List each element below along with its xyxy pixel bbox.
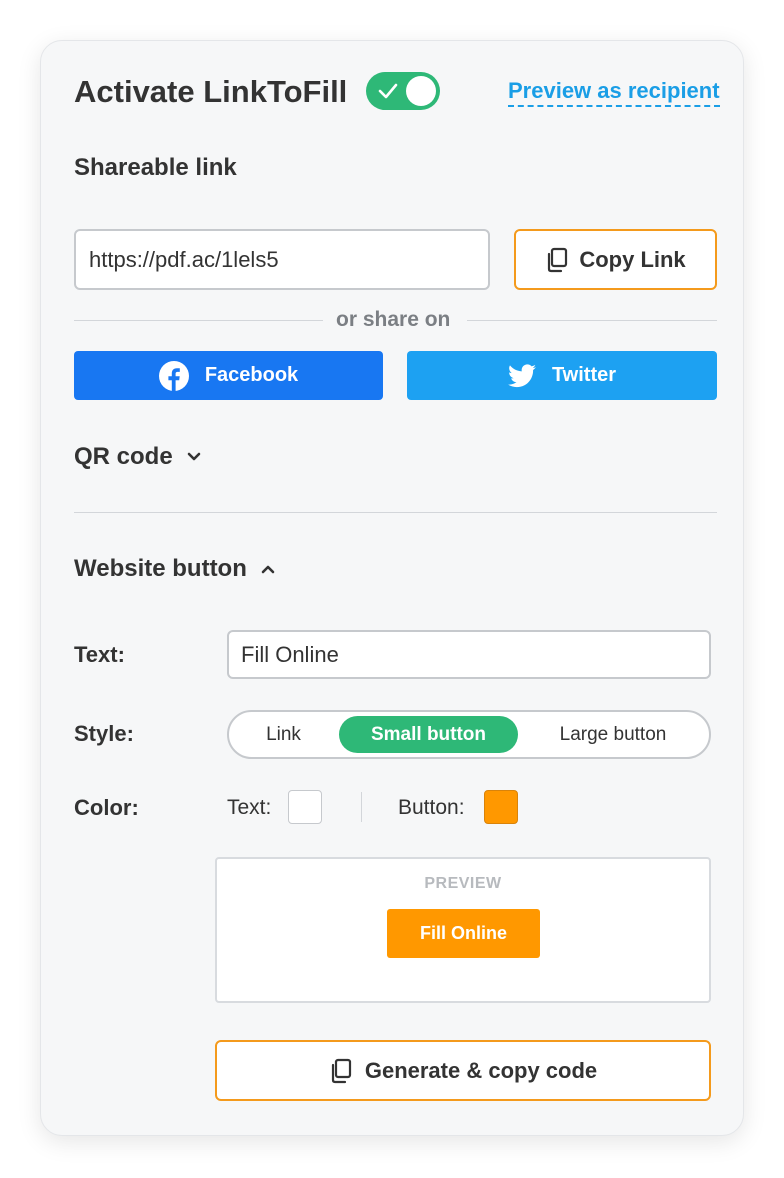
- text-color-label: Text:: [227, 796, 272, 819]
- qr-code-label: QR code: [74, 443, 173, 470]
- activate-toggle[interactable]: [366, 72, 440, 110]
- or-share-on-text: or share on: [336, 308, 451, 331]
- website-button-toggle[interactable]: Website button: [74, 554, 275, 584]
- copy-link-label: Copy Link: [579, 246, 686, 272]
- text-field-label: Text:: [74, 642, 125, 667]
- linktofill-panel: Activate LinkToFill Preview as recipient…: [40, 40, 744, 1136]
- website-button-label: Website button: [74, 555, 247, 582]
- chevron-up-icon: [261, 565, 275, 574]
- style-label: Style:: [74, 721, 134, 746]
- twitter-share-button[interactable]: Twitter: [407, 351, 717, 400]
- button-preview-box: PREVIEW Fill Online: [215, 857, 711, 1003]
- facebook-share-button[interactable]: Facebook: [74, 351, 383, 400]
- style-option-link[interactable]: Link: [235, 716, 332, 753]
- chevron-down-icon: [187, 452, 200, 461]
- facebook-label: Facebook: [204, 364, 299, 386]
- check-icon: [378, 83, 398, 99]
- section-divider: [74, 512, 717, 513]
- color-label: Color:: [74, 795, 139, 820]
- toggle-knob: [406, 76, 436, 106]
- style-option-small-button[interactable]: Small button: [339, 716, 518, 753]
- preview-as-recipient-link[interactable]: Preview as recipient: [508, 77, 720, 107]
- panel-title: Activate LinkToFill: [74, 74, 348, 109]
- button-color-swatch[interactable]: [484, 790, 518, 824]
- copy-icon: [331, 1058, 351, 1083]
- shareable-url-input[interactable]: [74, 229, 490, 290]
- shareable-link-heading: Shareable link: [74, 154, 237, 181]
- facebook-icon: [158, 360, 189, 391]
- style-option-large-button[interactable]: Large button: [525, 716, 701, 753]
- style-selector: Link Small button Large button: [227, 710, 711, 759]
- preview-title: PREVIEW: [424, 875, 502, 892]
- twitter-icon: [507, 363, 536, 387]
- twitter-label: Twitter: [551, 364, 617, 386]
- copy-link-button[interactable]: Copy Link: [514, 229, 717, 290]
- generate-copy-code-button[interactable]: Generate & copy code: [215, 1040, 711, 1101]
- qr-code-toggle[interactable]: QR code: [74, 442, 201, 472]
- text-color-swatch[interactable]: [288, 790, 322, 824]
- copy-icon: [548, 247, 568, 272]
- preview-fill-online-button[interactable]: Fill Online: [387, 909, 540, 958]
- button-color-label: Button:: [398, 796, 465, 819]
- divider-right: [467, 320, 717, 321]
- generate-copy-code-label: Generate & copy code: [364, 1057, 598, 1083]
- divider-left: [74, 320, 323, 321]
- button-text-input[interactable]: [227, 630, 711, 679]
- color-separator: [361, 792, 362, 822]
